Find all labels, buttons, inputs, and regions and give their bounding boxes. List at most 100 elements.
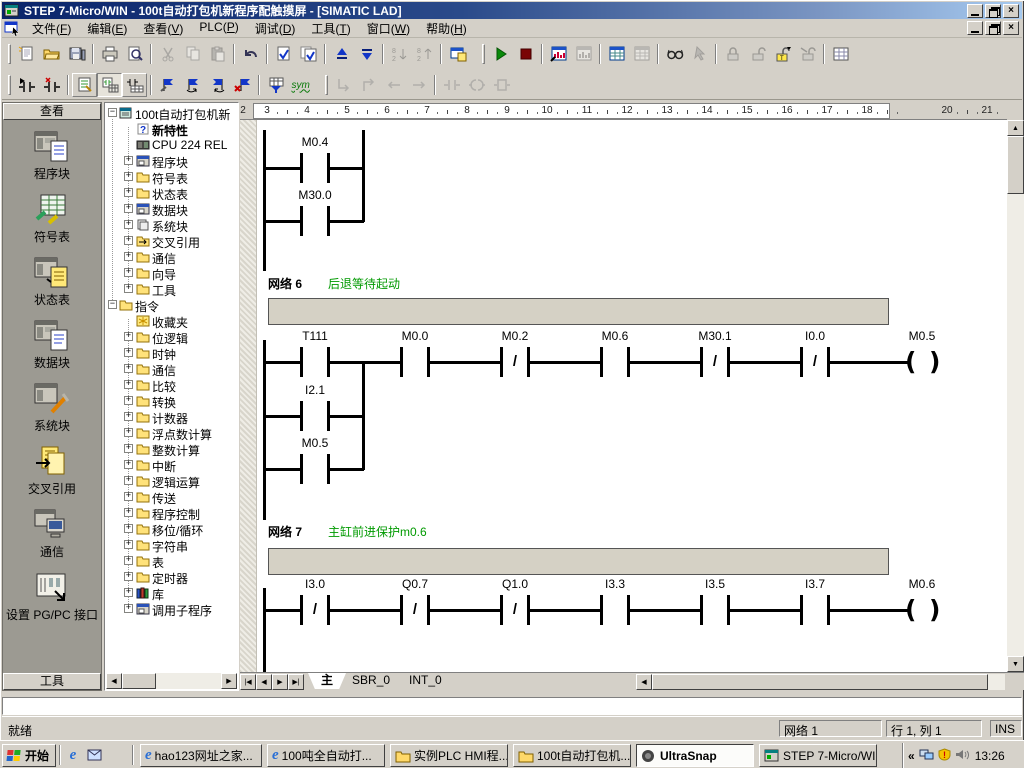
vertical-scroll-thumb[interactable] bbox=[1007, 136, 1024, 194]
tree-item-program-block[interactable]: +程序块 bbox=[105, 153, 238, 169]
expand-icon[interactable]: + bbox=[124, 460, 133, 469]
tree-item-string[interactable]: +字符串 bbox=[105, 537, 238, 553]
expand-icon[interactable]: + bbox=[124, 156, 133, 165]
minimize-button[interactable] bbox=[967, 4, 983, 18]
network-icon[interactable] bbox=[919, 748, 934, 764]
taskbar-button-hao123[interactable]: ehao123网址之家... bbox=[140, 744, 262, 767]
tree-item-bit-logic[interactable]: +位逻辑 bbox=[105, 329, 238, 345]
expand-icon[interactable]: + bbox=[124, 572, 133, 581]
navbar-item-program-block[interactable]: 程序块 bbox=[3, 129, 101, 189]
contact-I3.0[interactable] bbox=[300, 595, 303, 625]
collapse-icon[interactable]: − bbox=[108, 300, 117, 309]
contact-I3.5[interactable] bbox=[700, 595, 703, 625]
navbar-item-status-chart[interactable]: 状态表 bbox=[3, 255, 101, 315]
tree-item-move[interactable]: +传送 bbox=[105, 489, 238, 505]
start-button[interactable]: 开始 bbox=[2, 744, 56, 767]
next-bookmark-button[interactable] bbox=[180, 73, 205, 97]
navbar-item-system-block[interactable]: 系统块 bbox=[3, 381, 101, 441]
insert-network-button[interactable] bbox=[14, 73, 39, 97]
network-comment-box[interactable] bbox=[268, 298, 889, 325]
contact-Q1.0[interactable] bbox=[527, 595, 530, 625]
contact-M0.4[interactable] bbox=[327, 153, 330, 183]
expand-icon[interactable]: + bbox=[124, 428, 133, 437]
tree-item-counters[interactable]: +计数器 bbox=[105, 409, 238, 425]
contact-Q0.7[interactable] bbox=[400, 595, 403, 625]
taskbar-button-step7[interactable]: STEP 7-Micro/WI... bbox=[759, 744, 877, 767]
contact-T111[interactable] bbox=[300, 347, 303, 377]
toolbar-grip[interactable] bbox=[482, 44, 485, 64]
compile-button[interactable] bbox=[271, 42, 296, 66]
previous-network-button[interactable]: ◀ bbox=[256, 674, 272, 690]
expand-icon[interactable]: + bbox=[124, 380, 133, 389]
navbar-item-set-pg-pc-interface[interactable]: 设置 PG/PC 接口 bbox=[3, 570, 101, 630]
expand-icon[interactable]: + bbox=[124, 348, 133, 357]
single-read-button[interactable] bbox=[662, 42, 687, 66]
navbar-item-cross-reference[interactable]: 交叉引用 bbox=[3, 444, 101, 504]
contact-M0.4[interactable] bbox=[300, 153, 303, 183]
contact-I3.3[interactable] bbox=[600, 595, 603, 625]
title-bar[interactable]: STEP 7-Micro/WIN - 100t自动打包机新程序配触摸屏 - [S… bbox=[2, 2, 1022, 19]
contact-I0.0[interactable] bbox=[800, 347, 803, 377]
close-button[interactable]: × bbox=[1003, 4, 1019, 18]
tray-chevron-icon[interactable]: « bbox=[908, 749, 915, 763]
expand-icon[interactable]: + bbox=[124, 524, 133, 533]
expand-icon[interactable]: + bbox=[124, 588, 133, 597]
menu-view[interactable]: 查看(V) bbox=[135, 18, 191, 39]
apply-filter-button[interactable] bbox=[263, 73, 288, 97]
contact-I3.5[interactable] bbox=[727, 595, 730, 625]
read-all-forced-button[interactable]: T bbox=[770, 42, 795, 66]
tree-scroll-thumb[interactable] bbox=[122, 673, 156, 689]
menu-debug[interactable]: 调试(D) bbox=[247, 18, 304, 39]
tree-item-tools[interactable]: +工具 bbox=[105, 281, 238, 297]
expand-icon[interactable]: + bbox=[124, 332, 133, 341]
contact-T111[interactable] bbox=[327, 347, 330, 377]
contact-I2.1[interactable] bbox=[300, 401, 303, 431]
child-minimize-button[interactable] bbox=[967, 21, 983, 35]
previous-bookmark-button[interactable] bbox=[205, 73, 230, 97]
window-layout-button[interactable] bbox=[828, 42, 853, 66]
contact-M0.2[interactable] bbox=[500, 347, 503, 377]
save-all-button[interactable] bbox=[64, 42, 89, 66]
contact-I3.7[interactable] bbox=[827, 595, 830, 625]
tree-item-project-root[interactable]: −100t自动打包机新 bbox=[105, 105, 238, 121]
coil-M0.5[interactable]: ( bbox=[905, 348, 916, 376]
options-button[interactable] bbox=[445, 42, 470, 66]
print-preview-button[interactable] bbox=[122, 42, 147, 66]
chart-status-button[interactable] bbox=[604, 42, 629, 66]
tree-scroll-track[interactable] bbox=[156, 673, 221, 689]
tree-item-timers[interactable]: +定时器 bbox=[105, 569, 238, 585]
tree-item-cross-reference[interactable]: +交叉引用 bbox=[105, 233, 238, 249]
tree-item-status-chart[interactable]: +状态表 bbox=[105, 185, 238, 201]
tree-horizontal-scrollbar[interactable]: ◀▶ bbox=[106, 673, 237, 689]
tree-item-shift-rotate[interactable]: +移位/循环 bbox=[105, 521, 238, 537]
menu-edit[interactable]: 编辑(E) bbox=[79, 18, 135, 39]
tree-item-compare[interactable]: +比较 bbox=[105, 377, 238, 393]
print-button[interactable] bbox=[97, 42, 122, 66]
menu-file[interactable]: 文件(F) bbox=[24, 18, 79, 39]
contact-I0.0[interactable] bbox=[827, 347, 830, 377]
menu-window[interactable]: 窗口(W) bbox=[359, 18, 418, 39]
child-restore-button[interactable] bbox=[985, 21, 1001, 35]
vertical-scrollbar[interactable]: ▲ ▼ bbox=[1007, 120, 1024, 672]
contact-I3.7[interactable] bbox=[800, 595, 803, 625]
tree-item-favorites[interactable]: 收藏夹 bbox=[105, 313, 238, 329]
expand-icon[interactable]: + bbox=[124, 508, 133, 517]
tab-scroll-thumb[interactable] bbox=[652, 674, 988, 690]
view-grid-button[interactable] bbox=[122, 73, 147, 97]
scroll-left-icon[interactable]: ◀ bbox=[106, 673, 122, 689]
coil-M0.5[interactable]: ) bbox=[929, 348, 940, 376]
upload-button[interactable] bbox=[329, 42, 354, 66]
navbar-item-data-block[interactable]: 数据块 bbox=[3, 318, 101, 378]
scroll-up-icon[interactable]: ▲ bbox=[1007, 120, 1024, 136]
contact-I3.3[interactable] bbox=[627, 595, 630, 625]
expand-icon[interactable]: + bbox=[124, 284, 133, 293]
taskbar-button-folder-plc-hmi[interactable]: 实例PLC HMI程... bbox=[390, 744, 508, 767]
expand-icon[interactable]: + bbox=[124, 396, 133, 405]
open-file-button[interactable] bbox=[39, 42, 64, 66]
contact-M30.1[interactable] bbox=[700, 347, 703, 377]
compile-all-button[interactable] bbox=[296, 42, 321, 66]
toggle-bookmark-button[interactable] bbox=[155, 73, 180, 97]
ladder-editor-icon[interactable] bbox=[4, 20, 22, 36]
contact-I2.1[interactable] bbox=[327, 401, 330, 431]
expand-icon[interactable]: + bbox=[124, 204, 133, 213]
